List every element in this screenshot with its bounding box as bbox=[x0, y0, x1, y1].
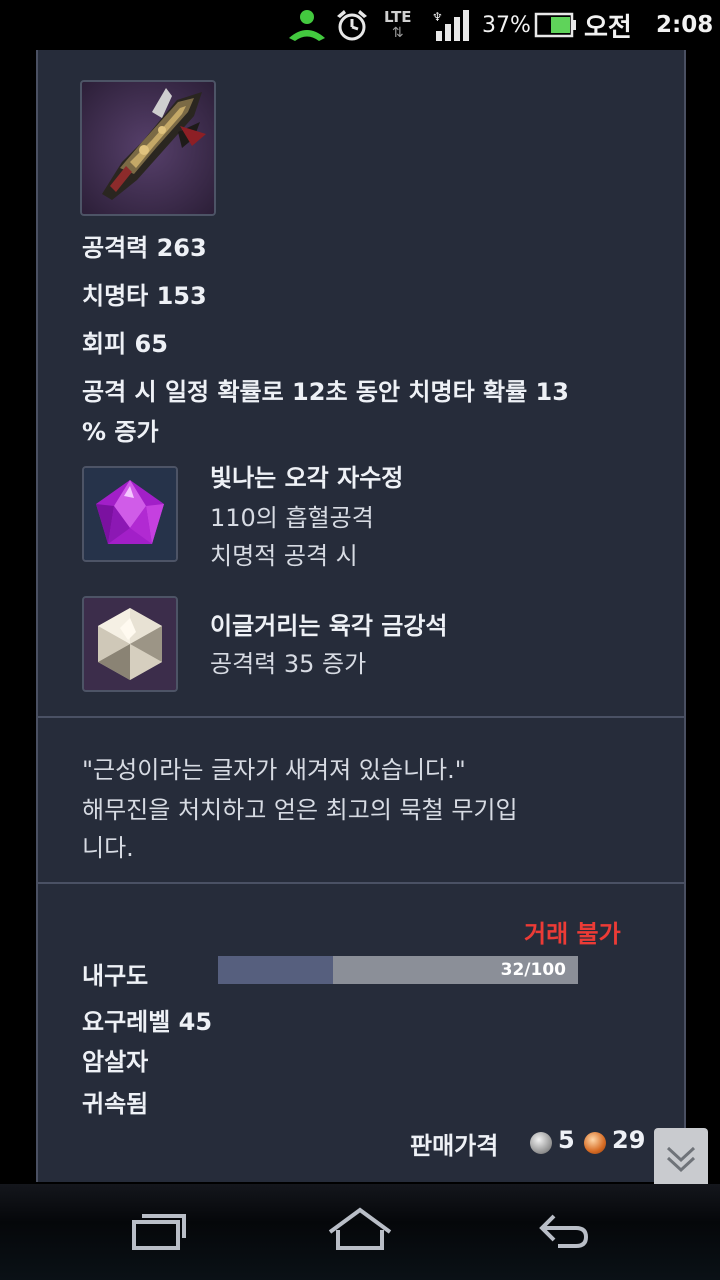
copper-coin-icon bbox=[584, 1132, 606, 1154]
purple-pentagon-gem-icon bbox=[82, 466, 178, 562]
ampm-label: 오전 bbox=[584, 12, 632, 43]
stat-critical: 치명타 153 bbox=[82, 282, 207, 310]
trade-status: 거래 불가 bbox=[524, 920, 621, 948]
section-divider bbox=[38, 882, 684, 884]
gem1-line-2: 치명적 공격 시 bbox=[210, 542, 358, 570]
battery-percent: 37% bbox=[482, 12, 531, 38]
double-chevron-down-icon bbox=[666, 1146, 696, 1173]
back-button[interactable] bbox=[510, 1198, 610, 1262]
hexagon-diamond-gem-icon bbox=[82, 596, 178, 692]
durability-bar: 32/100 bbox=[218, 956, 578, 984]
effect-line-2: % 증가 bbox=[82, 418, 159, 446]
scroll-down-button[interactable] bbox=[654, 1128, 708, 1184]
item-tooltip-panel: 공격력 263 치명타 153 회피 65 공격 시 일정 확률로 12초 동안… bbox=[36, 50, 686, 1182]
recent-apps-button[interactable] bbox=[110, 1198, 210, 1262]
sell-price-copper: 29 bbox=[612, 1126, 646, 1154]
home-icon bbox=[328, 1207, 392, 1250]
binding-status: 귀속됨 bbox=[82, 1090, 149, 1118]
class-requirement: 암살자 bbox=[82, 1048, 149, 1076]
battery-icon bbox=[534, 0, 578, 50]
gem2-line-1: 공격력 35 증가 bbox=[210, 650, 367, 678]
status-bar: LTE ⇅ ♆ 37% 오전 2:08 bbox=[0, 0, 720, 50]
back-icon bbox=[539, 1214, 589, 1248]
stat-evasion: 회피 65 bbox=[82, 330, 168, 358]
sell-price-silver: 5 bbox=[558, 1126, 575, 1154]
sell-price-label: 판매가격 bbox=[410, 1132, 499, 1160]
alarm-clock-icon bbox=[334, 0, 370, 50]
clock-time: 2:08 bbox=[656, 12, 714, 38]
network-type-label: LTE bbox=[384, 7, 412, 26]
gem2-name: 이글거리는 육각 금강석 bbox=[210, 612, 448, 640]
recent-apps-icon bbox=[132, 1214, 186, 1250]
description-line-3: 니다. bbox=[82, 834, 134, 862]
durability-label: 내구도 bbox=[82, 962, 149, 990]
description-line-2: 해무진을 처치하고 얻은 최고의 묵철 무기입 bbox=[82, 796, 518, 824]
durability-fill bbox=[218, 956, 334, 984]
gem1-name: 빛나는 오각 자수정 bbox=[210, 464, 404, 492]
durability-value: 32/100 bbox=[500, 960, 566, 980]
weapon-gauntlet-icon bbox=[80, 80, 216, 216]
stat-attack: 공격력 263 bbox=[82, 234, 207, 262]
svg-text:♆: ♆ bbox=[432, 10, 443, 24]
silver-coin-icon bbox=[530, 1132, 552, 1154]
required-level: 요구레벨 45 bbox=[82, 1008, 213, 1036]
description-line-1: "근성이라는 글자가 새겨져 있습니다." bbox=[82, 756, 466, 784]
section-divider bbox=[38, 716, 684, 718]
navigation-bar bbox=[0, 1184, 720, 1280]
lte-data-icon: LTE ⇅ bbox=[384, 7, 412, 41]
signal-icon: ♆ bbox=[430, 0, 474, 50]
gem1-line-1: 110의 흡혈공격 bbox=[210, 504, 374, 532]
phone-call-icon bbox=[286, 0, 328, 50]
home-button[interactable] bbox=[310, 1198, 410, 1262]
effect-line-1: 공격 시 일정 확률로 12초 동안 치명타 확률 13 bbox=[82, 378, 569, 406]
